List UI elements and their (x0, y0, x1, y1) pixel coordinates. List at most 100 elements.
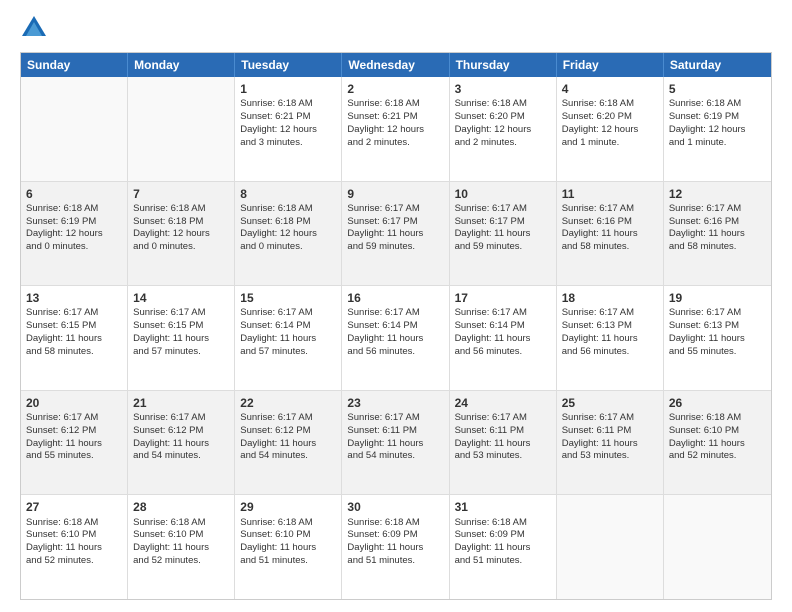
day-info: Sunrise: 6:18 AM (240, 203, 336, 216)
calendar-cell: 9Sunrise: 6:17 AMSunset: 6:17 PMDaylight… (342, 182, 449, 286)
calendar-cell: 29Sunrise: 6:18 AMSunset: 6:10 PMDayligh… (235, 495, 342, 599)
day-number: 21 (133, 395, 229, 411)
calendar-cell: 15Sunrise: 6:17 AMSunset: 6:14 PMDayligh… (235, 286, 342, 390)
day-number: 30 (347, 499, 443, 515)
day-info: Sunset: 6:13 PM (562, 320, 658, 333)
day-info: Sunrise: 6:17 AM (669, 307, 766, 320)
day-info: Sunset: 6:20 PM (455, 111, 551, 124)
calendar-cell (128, 77, 235, 181)
day-info: Sunset: 6:17 PM (455, 216, 551, 229)
calendar-cell: 12Sunrise: 6:17 AMSunset: 6:16 PMDayligh… (664, 182, 771, 286)
header-cell-sunday: Sunday (21, 53, 128, 77)
day-info: Daylight: 11 hours (26, 438, 122, 451)
day-info: Daylight: 11 hours (240, 438, 336, 451)
day-info: Daylight: 11 hours (562, 438, 658, 451)
day-info: Sunset: 6:15 PM (26, 320, 122, 333)
logo-icon (20, 14, 48, 42)
day-number: 9 (347, 186, 443, 202)
day-number: 19 (669, 290, 766, 306)
day-info: Sunrise: 6:18 AM (26, 517, 122, 530)
day-info: Sunset: 6:12 PM (240, 425, 336, 438)
day-info: Daylight: 11 hours (240, 333, 336, 346)
day-info: Sunrise: 6:17 AM (347, 412, 443, 425)
calendar-cell: 25Sunrise: 6:17 AMSunset: 6:11 PMDayligh… (557, 391, 664, 495)
day-number: 1 (240, 81, 336, 97)
calendar-cell: 10Sunrise: 6:17 AMSunset: 6:17 PMDayligh… (450, 182, 557, 286)
calendar-cell: 2Sunrise: 6:18 AMSunset: 6:21 PMDaylight… (342, 77, 449, 181)
calendar-row-3: 13Sunrise: 6:17 AMSunset: 6:15 PMDayligh… (21, 285, 771, 390)
day-info: Daylight: 11 hours (347, 333, 443, 346)
calendar-row-1: 1Sunrise: 6:18 AMSunset: 6:21 PMDaylight… (21, 77, 771, 181)
day-info: Daylight: 12 hours (240, 228, 336, 241)
day-info: Sunrise: 6:18 AM (240, 98, 336, 111)
day-info: Daylight: 11 hours (347, 542, 443, 555)
day-info: and 57 minutes. (133, 346, 229, 359)
logo (20, 16, 52, 44)
calendar-cell: 16Sunrise: 6:17 AMSunset: 6:14 PMDayligh… (342, 286, 449, 390)
day-info: and 52 minutes. (669, 450, 766, 463)
day-info: and 54 minutes. (240, 450, 336, 463)
day-info: Sunset: 6:20 PM (562, 111, 658, 124)
calendar-row-4: 20Sunrise: 6:17 AMSunset: 6:12 PMDayligh… (21, 390, 771, 495)
calendar-cell: 21Sunrise: 6:17 AMSunset: 6:12 PMDayligh… (128, 391, 235, 495)
day-number: 31 (455, 499, 551, 515)
calendar-cell (21, 77, 128, 181)
day-info: and 53 minutes. (562, 450, 658, 463)
header-cell-thursday: Thursday (450, 53, 557, 77)
calendar-cell: 13Sunrise: 6:17 AMSunset: 6:15 PMDayligh… (21, 286, 128, 390)
day-info: Daylight: 12 hours (669, 124, 766, 137)
day-number: 23 (347, 395, 443, 411)
day-number: 28 (133, 499, 229, 515)
day-info: and 51 minutes. (347, 555, 443, 568)
calendar-row-5: 27Sunrise: 6:18 AMSunset: 6:10 PMDayligh… (21, 494, 771, 599)
day-info: Sunset: 6:11 PM (455, 425, 551, 438)
day-info: and 0 minutes. (240, 241, 336, 254)
day-number: 26 (669, 395, 766, 411)
day-info: Daylight: 11 hours (133, 333, 229, 346)
day-number: 11 (562, 186, 658, 202)
day-info: Sunset: 6:21 PM (240, 111, 336, 124)
day-info: Daylight: 11 hours (455, 228, 551, 241)
header-cell-wednesday: Wednesday (342, 53, 449, 77)
header-cell-saturday: Saturday (664, 53, 771, 77)
day-info: Sunrise: 6:18 AM (669, 412, 766, 425)
day-info: Sunrise: 6:18 AM (455, 517, 551, 530)
day-info: Sunset: 6:10 PM (133, 529, 229, 542)
day-info: and 1 minute. (669, 137, 766, 150)
day-info: Sunrise: 6:18 AM (133, 203, 229, 216)
day-number: 15 (240, 290, 336, 306)
calendar-cell: 30Sunrise: 6:18 AMSunset: 6:09 PMDayligh… (342, 495, 449, 599)
calendar-cell: 23Sunrise: 6:17 AMSunset: 6:11 PMDayligh… (342, 391, 449, 495)
day-info: Sunset: 6:19 PM (26, 216, 122, 229)
day-info: and 51 minutes. (240, 555, 336, 568)
day-info: and 53 minutes. (455, 450, 551, 463)
day-info: Sunrise: 6:17 AM (455, 412, 551, 425)
day-info: Daylight: 12 hours (562, 124, 658, 137)
calendar-cell: 26Sunrise: 6:18 AMSunset: 6:10 PMDayligh… (664, 391, 771, 495)
day-info: Sunset: 6:17 PM (347, 216, 443, 229)
day-number: 29 (240, 499, 336, 515)
header-cell-friday: Friday (557, 53, 664, 77)
day-number: 7 (133, 186, 229, 202)
calendar-cell: 22Sunrise: 6:17 AMSunset: 6:12 PMDayligh… (235, 391, 342, 495)
day-info: Sunrise: 6:18 AM (347, 98, 443, 111)
calendar-cell: 7Sunrise: 6:18 AMSunset: 6:18 PMDaylight… (128, 182, 235, 286)
day-info: Daylight: 11 hours (347, 228, 443, 241)
day-info: Sunset: 6:14 PM (240, 320, 336, 333)
day-number: 14 (133, 290, 229, 306)
calendar-cell: 19Sunrise: 6:17 AMSunset: 6:13 PMDayligh… (664, 286, 771, 390)
day-info: Sunrise: 6:17 AM (562, 203, 658, 216)
day-info: and 56 minutes. (562, 346, 658, 359)
day-info: Sunrise: 6:18 AM (347, 517, 443, 530)
header-cell-tuesday: Tuesday (235, 53, 342, 77)
day-info: and 59 minutes. (347, 241, 443, 254)
day-info: Sunrise: 6:18 AM (562, 98, 658, 111)
day-number: 17 (455, 290, 551, 306)
day-info: Daylight: 12 hours (455, 124, 551, 137)
day-info: Daylight: 11 hours (669, 438, 766, 451)
calendar: SundayMondayTuesdayWednesdayThursdayFrid… (20, 52, 772, 600)
day-info: Sunset: 6:10 PM (26, 529, 122, 542)
day-info: Sunrise: 6:17 AM (26, 412, 122, 425)
day-info: Daylight: 12 hours (347, 124, 443, 137)
day-info: Sunset: 6:21 PM (347, 111, 443, 124)
